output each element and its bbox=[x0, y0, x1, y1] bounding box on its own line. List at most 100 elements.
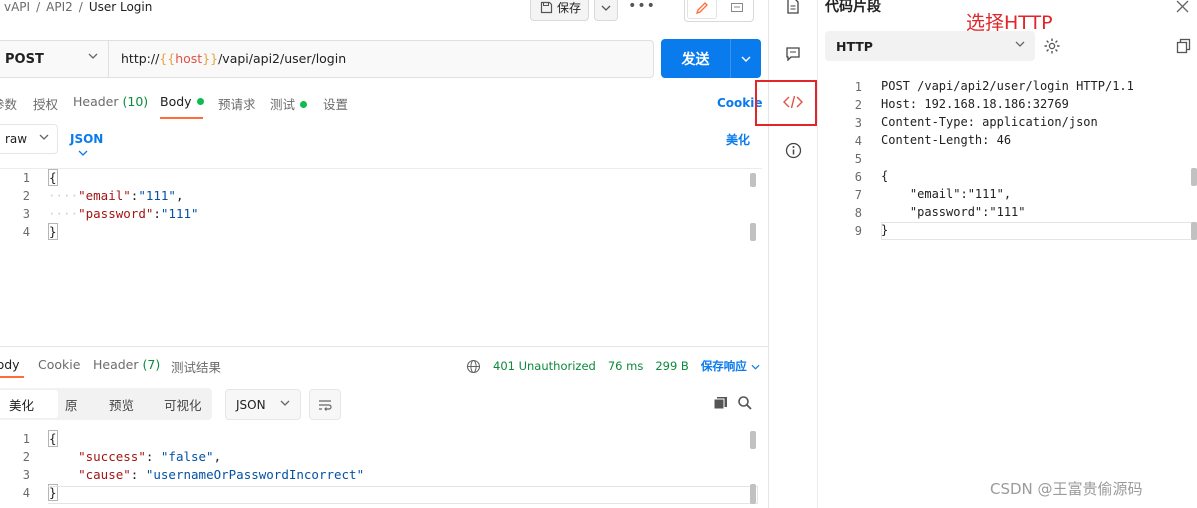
line-number: 9 bbox=[854, 224, 862, 238]
search-icon[interactable] bbox=[737, 395, 753, 411]
copy-snippet-button[interactable] bbox=[1176, 38, 1191, 58]
comments-button[interactable] bbox=[782, 42, 804, 64]
response-tab-headers-count: (7) bbox=[142, 357, 161, 372]
document-icon bbox=[787, 0, 799, 14]
line-number: 8 bbox=[854, 206, 862, 220]
editor-scrollbar-thumb[interactable] bbox=[750, 223, 756, 241]
save-button[interactable]: 保存 bbox=[530, 0, 589, 21]
breadcrumb-item-folder[interactable]: API2 bbox=[46, 0, 73, 14]
documentation-button[interactable] bbox=[782, 0, 804, 17]
save-options-button[interactable] bbox=[594, 0, 618, 21]
tab-body-label: Body bbox=[160, 94, 192, 109]
request-panel: vAPI / API2/User Login 保存 ••• POST http://… bbox=[0, 0, 768, 508]
view-mode-toggle bbox=[684, 0, 754, 22]
line-number: 4 bbox=[854, 134, 862, 148]
url-input[interactable]: http://{{host}}/vapi/api2/user/login bbox=[121, 51, 346, 66]
open-brace: { bbox=[48, 430, 58, 447]
view-pretty[interactable]: 美化 bbox=[9, 395, 34, 414]
breadcrumb-item-collection[interactable]: vAPI bbox=[4, 0, 30, 14]
active-line-highlight bbox=[881, 222, 1197, 240]
globe-icon[interactable] bbox=[466, 359, 481, 374]
tab-params[interactable]: 参数 bbox=[0, 94, 17, 113]
response-status[interactable]: 401 Unauthorized bbox=[493, 359, 596, 373]
email-value: "111" bbox=[138, 188, 176, 203]
comments-mode-button[interactable] bbox=[723, 0, 751, 19]
method-label: POST bbox=[5, 51, 44, 67]
viewer-scrollbar[interactable] bbox=[750, 431, 756, 449]
tab-body[interactable]: Body bbox=[160, 94, 204, 109]
cause-value: "usernameOrPasswordIncorrect" bbox=[145, 467, 365, 482]
close-panel-button[interactable] bbox=[1176, 0, 1189, 17]
response-view-toggle: 美化 原 预览 可视化 bbox=[0, 388, 212, 420]
response-tab-body[interactable]: Body bbox=[0, 357, 20, 372]
watermark: CSDN @王富贵偷源码 bbox=[990, 480, 1143, 498]
response-body-viewer[interactable]: 1 2 3 4 { "success": "false", "cause": "… bbox=[0, 430, 762, 508]
snippet-language-label: HTTP bbox=[836, 38, 873, 54]
chevron-down-icon bbox=[741, 56, 751, 62]
edit-mode-button[interactable] bbox=[687, 0, 717, 19]
body-mode-select[interactable]: raw bbox=[0, 124, 58, 154]
line-number: 4 bbox=[22, 225, 30, 239]
snippet-line: Content-Type: application/json bbox=[881, 115, 1098, 129]
url-path: /vapi/api2/user/login bbox=[218, 51, 347, 66]
close-icon bbox=[1176, 0, 1189, 13]
snippet-scrollbar[interactable] bbox=[1191, 168, 1197, 186]
response-language-label: JSON bbox=[236, 397, 266, 412]
snippet-code-viewer[interactable]: 1 2 3 4 5 6 7 8 9 POST /vapi/api2/user/l… bbox=[840, 78, 1197, 248]
chevron-down-icon bbox=[39, 134, 49, 140]
response-time[interactable]: 76 ms bbox=[608, 359, 643, 373]
chevron-down-icon bbox=[601, 5, 611, 11]
chevron-down-icon bbox=[280, 400, 290, 406]
wrap-lines-button[interactable] bbox=[309, 389, 341, 420]
view-raw[interactable]: 原 bbox=[65, 395, 78, 414]
more-actions-button[interactable]: ••• bbox=[628, 0, 656, 18]
line-number: 1 bbox=[22, 171, 30, 185]
save-response-label: 保存响应 bbox=[700, 359, 747, 373]
tab-tests[interactable]: 测试 bbox=[270, 94, 308, 113]
response-tab-headers[interactable]: Header (7) bbox=[93, 357, 160, 372]
response-language-select[interactable]: JSON bbox=[225, 389, 301, 420]
editor-scrollbar[interactable] bbox=[750, 173, 756, 187]
response-size[interactable]: 299 B bbox=[655, 359, 689, 373]
line-number: 3 bbox=[22, 468, 30, 482]
chevron-down-icon bbox=[751, 364, 760, 370]
success-value: "false" bbox=[160, 449, 214, 464]
view-preview[interactable]: 预览 bbox=[109, 395, 134, 414]
snippet-scrollbar-thumb[interactable] bbox=[1191, 222, 1197, 240]
viewer-scrollbar-thumb[interactable] bbox=[750, 484, 756, 504]
send-options-button[interactable] bbox=[731, 39, 761, 78]
snippet-settings-button[interactable] bbox=[1043, 37, 1061, 59]
beautify-button[interactable]: 美化 bbox=[726, 131, 750, 148]
chevron-down-icon bbox=[1015, 41, 1025, 47]
info-button[interactable] bbox=[782, 139, 804, 161]
response-divider[interactable] bbox=[0, 346, 768, 347]
save-response-button[interactable]: 保存响应 bbox=[701, 358, 760, 374]
view-visualize[interactable]: 可视化 bbox=[164, 395, 202, 414]
password-key: "password" bbox=[78, 206, 154, 221]
method-select[interactable]: POST bbox=[0, 41, 109, 77]
send-button[interactable]: 发送 bbox=[661, 39, 730, 78]
wrap-lines-icon bbox=[319, 399, 332, 411]
tab-authorization[interactable]: 授权 bbox=[33, 94, 58, 113]
body-language-select[interactable]: JSON bbox=[70, 132, 103, 160]
snippet-line: Content-Length: 46 bbox=[881, 133, 1012, 147]
tab-prerequest[interactable]: 预请求 bbox=[218, 94, 256, 113]
line-number: 3 bbox=[22, 207, 30, 221]
line-number: 2 bbox=[854, 98, 862, 112]
tab-headers[interactable]: Header (10) bbox=[73, 94, 148, 109]
success-key: "success" bbox=[78, 449, 146, 464]
gear-icon bbox=[1044, 38, 1060, 54]
pencil-icon bbox=[695, 2, 708, 15]
line-number: 6 bbox=[854, 170, 862, 184]
body-language-label: JSON bbox=[70, 132, 104, 146]
response-tab-test-results[interactable]: 测试结果 bbox=[171, 357, 221, 376]
snippet-language-select[interactable]: HTTP bbox=[825, 31, 1035, 61]
request-body-editor[interactable]: 1 2 3 4 { ····"email":"111", ····"passwo… bbox=[0, 168, 762, 344]
copy-icon[interactable] bbox=[713, 396, 728, 410]
tab-tests-label: 测试 bbox=[270, 97, 296, 112]
body-mode-label: raw bbox=[5, 132, 28, 146]
send-button-group: 发送 bbox=[661, 39, 761, 78]
response-tab-cookies[interactable]: Cookie bbox=[38, 357, 80, 372]
copy-icon bbox=[1176, 38, 1191, 54]
tab-settings[interactable]: 设置 bbox=[323, 94, 348, 113]
